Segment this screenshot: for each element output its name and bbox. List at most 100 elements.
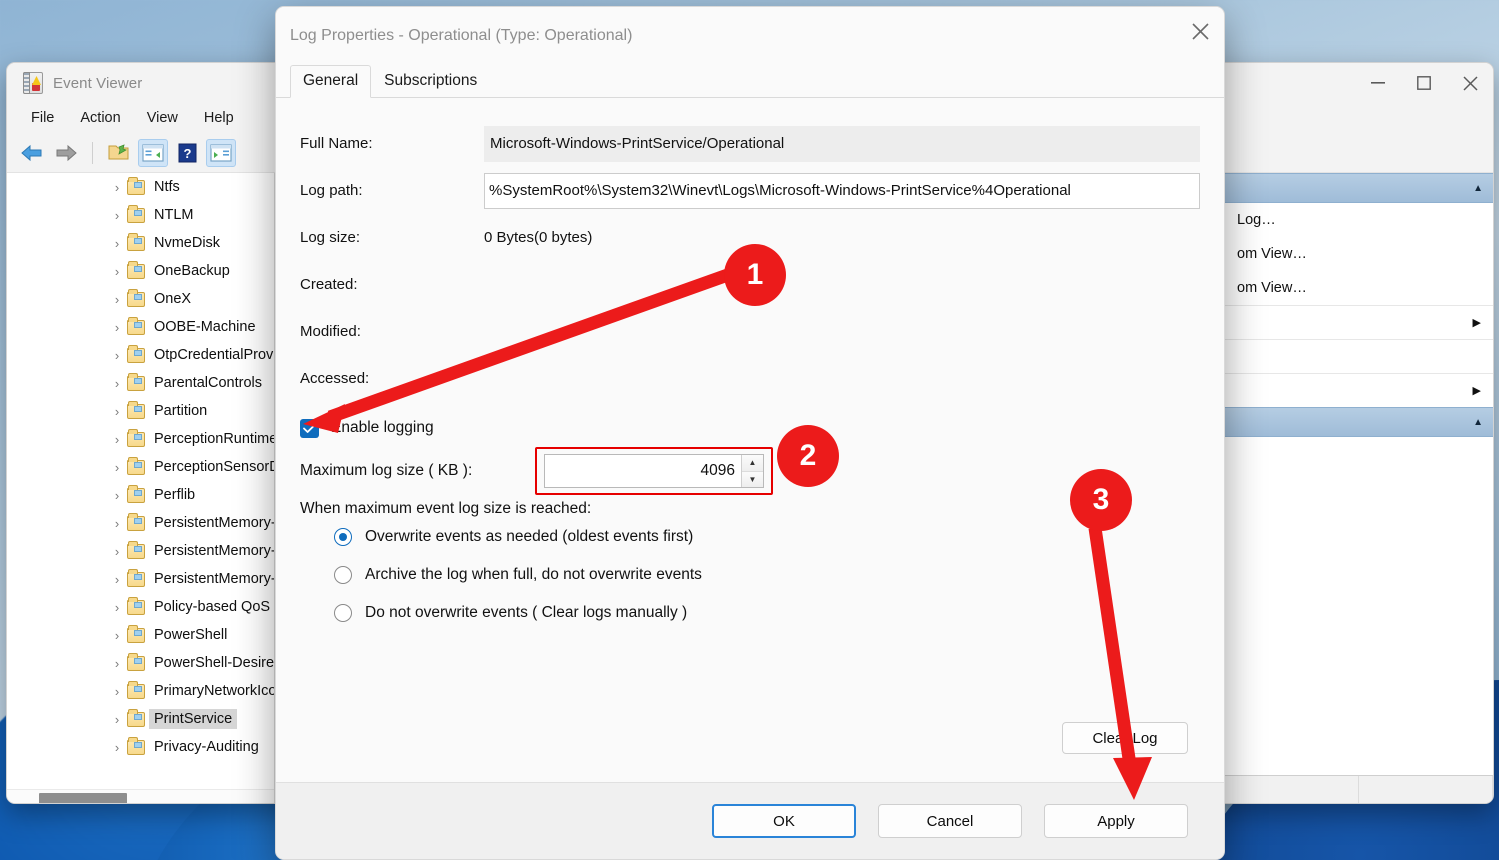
menu-file[interactable]: File: [21, 107, 64, 129]
tree-item-label: ParentalControls: [154, 375, 262, 391]
action-item-3[interactable]: ▶: [1225, 305, 1493, 339]
chevron-right-submenu-icon[interactable]: ▶: [1473, 316, 1481, 329]
action-item-1[interactable]: om View…: [1225, 237, 1493, 271]
chevron-up-icon[interactable]: ▲: [1473, 183, 1483, 194]
tree-item-powershell-desiredstateconfiguration[interactable]: › PowerShell-DesiredStateConfiguration: [7, 649, 274, 677]
actions-list: Log… om View… om View… ▶ ▶: [1225, 203, 1493, 407]
stepper-down-icon[interactable]: ▼: [742, 471, 763, 487]
chevron-right-icon[interactable]: ›: [107, 684, 127, 699]
chevron-right-icon[interactable]: ›: [107, 180, 127, 195]
tree-item-perflib[interactable]: › Perflib: [7, 481, 274, 509]
tree-item-primarynetworkicon[interactable]: › PrimaryNetworkIcon: [7, 677, 274, 705]
svg-text:?: ?: [183, 146, 191, 161]
radio-overwrite-icon[interactable]: [334, 528, 352, 546]
log-size-row: Log size: 0 Bytes(0 bytes): [276, 214, 1224, 261]
chevron-right-icon[interactable]: ›: [107, 628, 127, 643]
tree-item-parentalcontrols[interactable]: › ParentalControls: [7, 369, 274, 397]
tree-item-policy-based-qos[interactable]: › Policy-based QoS: [7, 593, 274, 621]
action-item-5[interactable]: ▶: [1225, 373, 1493, 407]
chevron-right-icon[interactable]: ›: [107, 600, 127, 615]
retention-option-archive[interactable]: Archive the log when full, do not overwr…: [276, 556, 1224, 594]
chevron-right-icon[interactable]: ›: [107, 208, 127, 223]
actions-header-bottom[interactable]: ▲: [1225, 407, 1493, 437]
tree-item-perceptionsensordataservice[interactable]: › PerceptionSensorDataService: [7, 453, 274, 481]
tree-item-label: Perflib: [154, 487, 196, 503]
show-hide-console-tree-icon[interactable]: [138, 138, 168, 167]
chevron-right-icon[interactable]: ›: [107, 572, 127, 587]
chevron-right-icon[interactable]: ›: [107, 712, 127, 727]
chevron-right-icon[interactable]: ›: [107, 432, 127, 447]
tree-item-nvmedisk[interactable]: › NvmeDisk: [7, 229, 274, 257]
tree-scroll-thumb[interactable]: [39, 793, 127, 803]
cancel-button[interactable]: Cancel: [878, 804, 1022, 838]
dialog-close-icon[interactable]: [1176, 7, 1224, 55]
maximum-log-size-value: 4096: [700, 462, 735, 479]
chevron-right-icon[interactable]: ›: [107, 740, 127, 755]
tree-horizontal-scrollbar[interactable]: [7, 789, 274, 803]
maximum-log-size-row: Maximum log size ( KB ): 4096 ▲ ▼: [276, 447, 1224, 495]
action-item-0[interactable]: Log…: [1225, 203, 1493, 237]
chevron-right-icon[interactable]: ›: [107, 264, 127, 279]
help-icon[interactable]: ?: [172, 139, 202, 167]
tab-general[interactable]: General: [290, 65, 372, 98]
tree-item-printservice[interactable]: › PrintService: [7, 705, 274, 733]
chevron-right-icon[interactable]: ›: [107, 404, 127, 419]
console-tree-pane[interactable]: › Ntfs › NTLM › NvmeDisk › OneBackup › OneX › OOBE-…: [7, 173, 275, 803]
menu-view[interactable]: View: [137, 107, 188, 129]
chevron-right-icon[interactable]: ›: [107, 544, 127, 559]
maximum-log-size-stepper[interactable]: ▲ ▼: [741, 455, 763, 487]
tree-item-persistentmemory-pmemdisk[interactable]: › PersistentMemory-PmemDisk: [7, 537, 274, 565]
menu-action[interactable]: Action: [70, 107, 130, 129]
chevron-right-icon[interactable]: ›: [107, 376, 127, 391]
forward-arrow-icon[interactable]: [51, 140, 81, 166]
chevron-right-icon[interactable]: ›: [107, 320, 127, 335]
chevron-right-icon[interactable]: ›: [107, 488, 127, 503]
radio-archive-icon[interactable]: [334, 566, 352, 584]
chevron-right-icon[interactable]: ›: [107, 516, 127, 531]
chevron-right-icon[interactable]: ›: [107, 348, 127, 363]
tab-subscriptions[interactable]: Subscriptions: [371, 65, 490, 98]
back-arrow-icon[interactable]: [17, 140, 47, 166]
tree-item-privacy-auditing[interactable]: › Privacy-Auditing: [7, 733, 274, 761]
retention-option-manual[interactable]: Do not overwrite events ( Clear logs man…: [276, 594, 1224, 632]
menu-help[interactable]: Help: [194, 107, 244, 129]
tree-item-perceptionruntime[interactable]: › PerceptionRuntime: [7, 425, 274, 453]
minimize-button[interactable]: [1355, 63, 1401, 103]
log-size-label: Log size:: [300, 229, 361, 246]
radio-manual-icon[interactable]: [334, 604, 352, 622]
chevron-right-icon[interactable]: ›: [107, 460, 127, 475]
tree-item-powershell[interactable]: › PowerShell: [7, 621, 274, 649]
tree-item-label: Policy-based QoS: [154, 599, 271, 615]
tree-item-onebackup[interactable]: › OneBackup: [7, 257, 274, 285]
maximum-log-size-input[interactable]: 4096 ▲ ▼: [544, 454, 764, 488]
clear-log-button[interactable]: Clear Log: [1062, 722, 1188, 754]
folder-icon: [127, 260, 145, 279]
tree-item-oobe-machine[interactable]: › OOBE-Machine: [7, 313, 274, 341]
maximize-button[interactable]: [1401, 63, 1447, 103]
stepper-up-icon[interactable]: ▲: [742, 455, 763, 472]
enable-logging-checkbox[interactable]: [300, 418, 319, 438]
tree-item-onex[interactable]: › OneX: [7, 285, 274, 313]
chevron-right-icon[interactable]: ›: [107, 656, 127, 671]
tree-item-label: PersistentMemory-PmemDisk: [154, 543, 274, 559]
retention-option-overwrite[interactable]: Overwrite events as needed (oldest event…: [276, 518, 1224, 556]
chevron-right-icon[interactable]: ›: [107, 292, 127, 307]
tree-item-persistentmemory-nvdimm[interactable]: › PersistentMemory-Nvdimm: [7, 509, 274, 537]
log-path-input[interactable]: %SystemRoot%\System32\Winevt\Logs\Micros…: [484, 172, 1200, 209]
chevron-up-icon-2[interactable]: ▲: [1473, 417, 1483, 428]
tree-item-partition[interactable]: › Partition: [7, 397, 274, 425]
action-item-4[interactable]: [1225, 339, 1493, 373]
close-button[interactable]: [1447, 63, 1493, 103]
tree-item-otpcredentialprovider[interactable]: › OtpCredentialProvider: [7, 341, 274, 369]
open-folder-icon[interactable]: [104, 139, 134, 167]
tree-item-persistentmemory-scmbus[interactable]: › PersistentMemory-ScmBus: [7, 565, 274, 593]
chevron-right-submenu-icon[interactable]: ▶: [1473, 384, 1481, 397]
chevron-right-icon[interactable]: ›: [107, 236, 127, 251]
action-item-2[interactable]: om View…: [1225, 271, 1493, 305]
tree-item-ntfs[interactable]: › Ntfs: [7, 173, 274, 201]
apply-button[interactable]: Apply: [1044, 804, 1188, 838]
actions-header-top[interactable]: ▲: [1225, 173, 1493, 203]
ok-button[interactable]: OK: [712, 804, 856, 838]
show-hide-action-pane-icon[interactable]: [206, 138, 236, 167]
tree-item-ntlm[interactable]: › NTLM: [7, 201, 274, 229]
